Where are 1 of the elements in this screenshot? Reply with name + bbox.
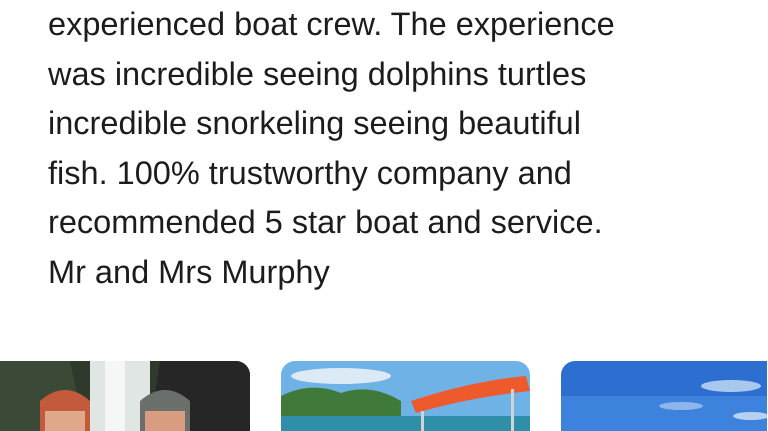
review-text: experienced boat crew. The experience was incredible seeing dolphins turtles incredible snorkeling seeing beautiful fish. 100% trustworthy company and recommended 5 star boat and service. Mr and Mrs Murphy xyxy=(47,5,616,292)
